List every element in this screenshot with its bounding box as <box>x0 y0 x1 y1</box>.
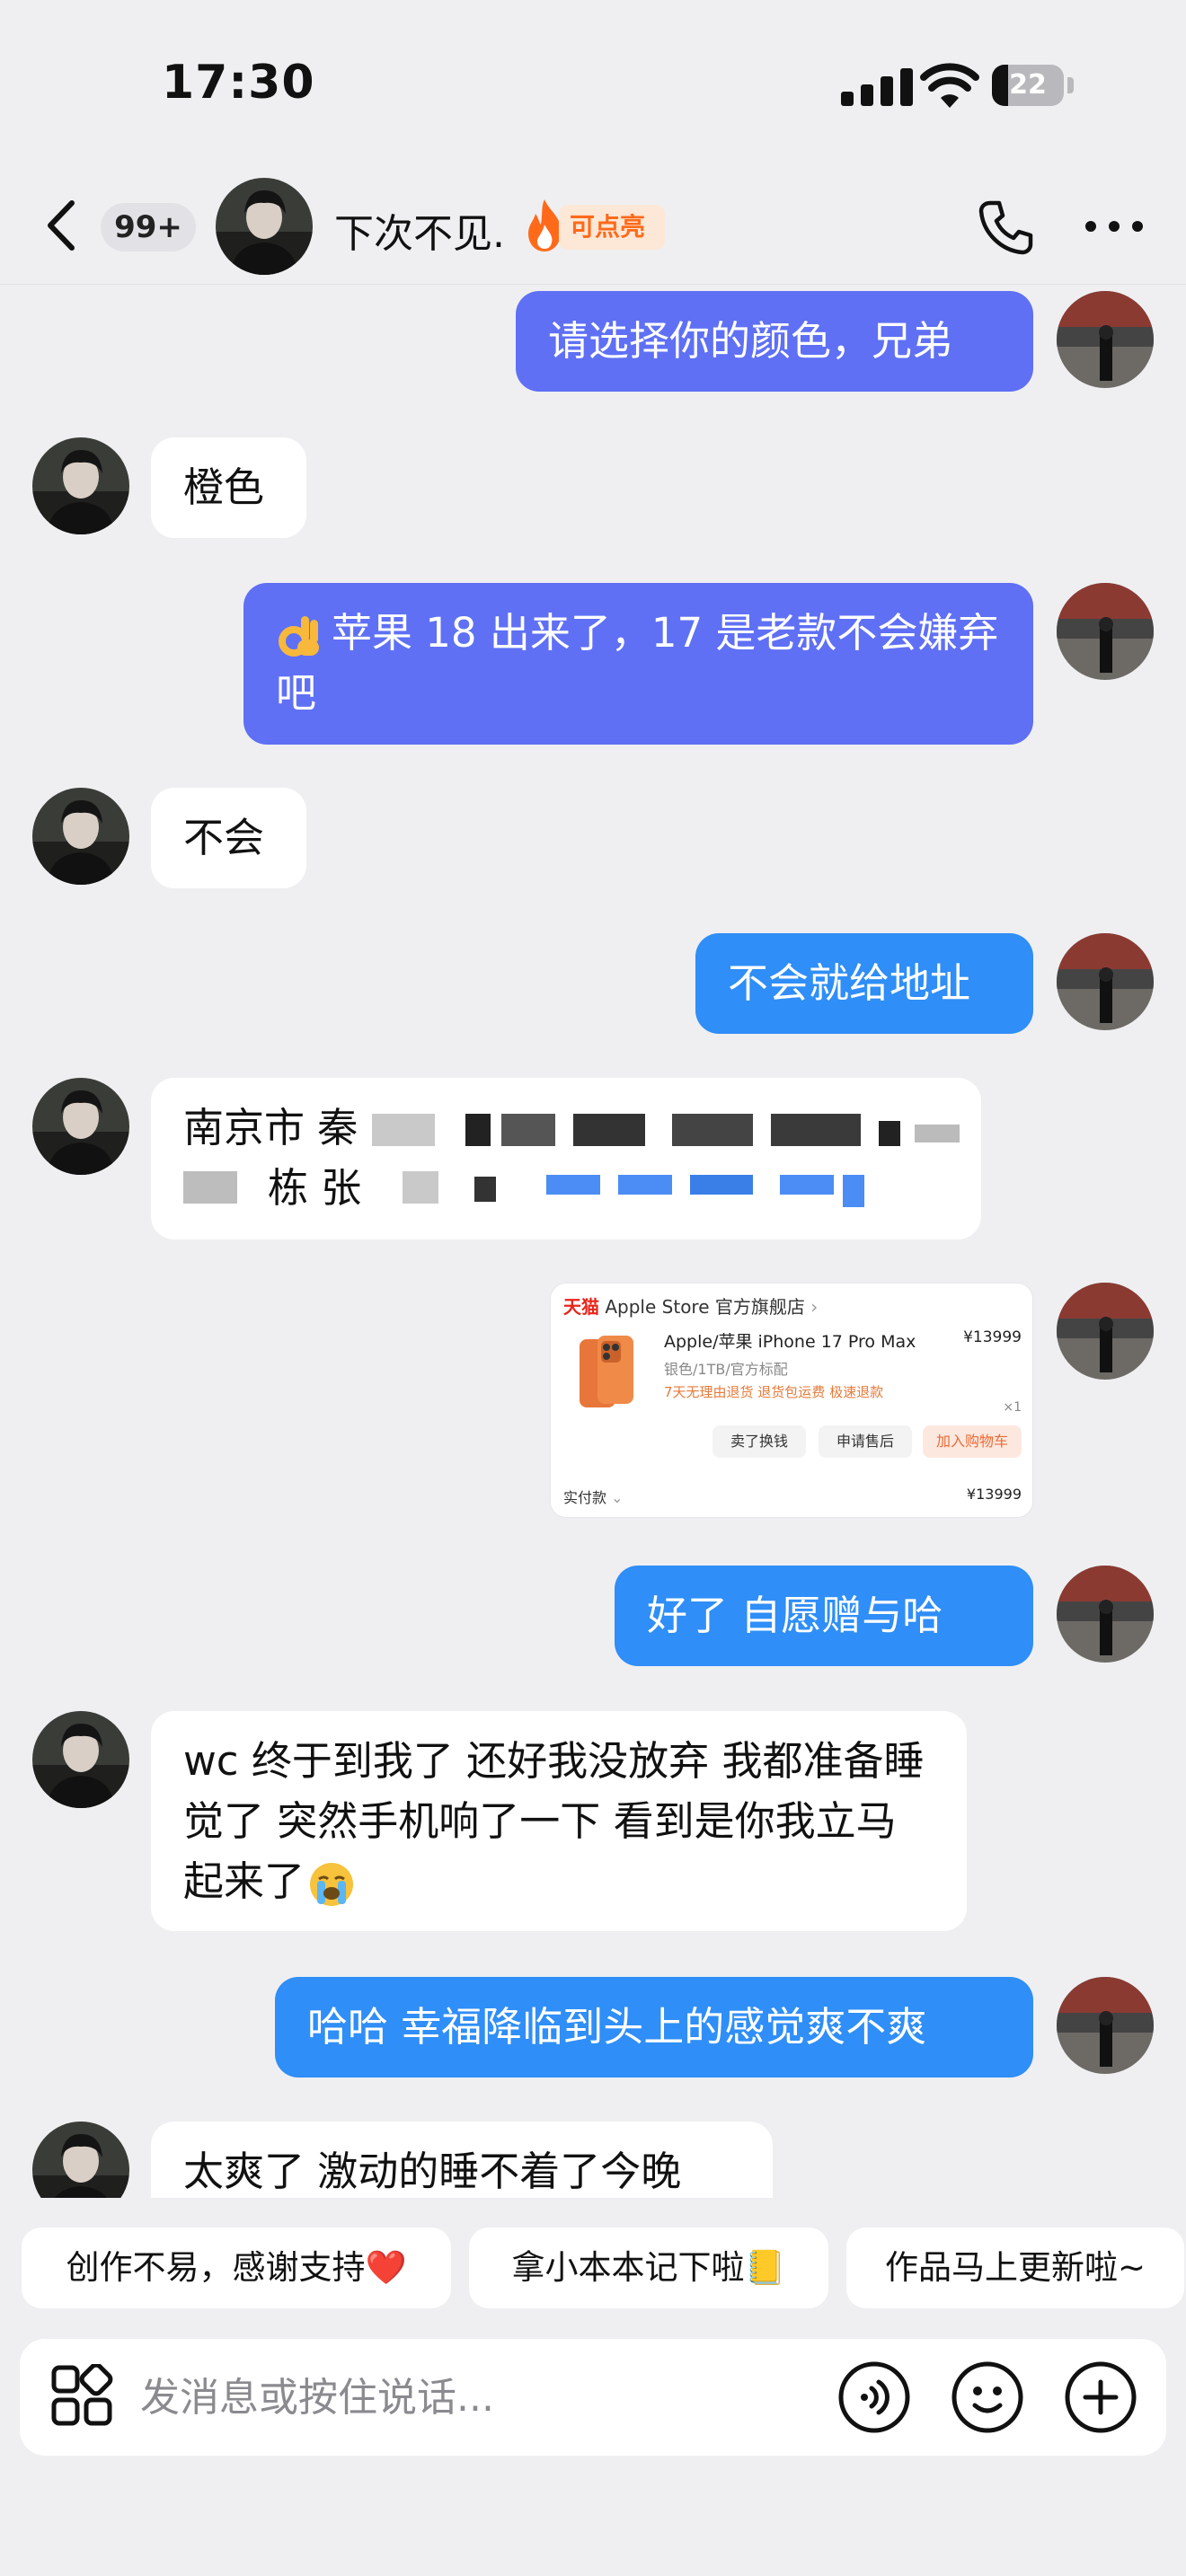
signal-icon <box>841 66 915 106</box>
contact-avatar[interactable] <box>216 178 313 275</box>
apps-icon[interactable] <box>50 2364 115 2429</box>
message-bubble-out[interactable]: 不会就给地址 <box>695 933 1033 1034</box>
product-card[interactable]: 天猫 Apple Store 官方旗舰店 › Apple/苹果 iPhone 1… <box>550 1283 1033 1518</box>
message-bubble-out[interactable]: 好了 自愿赠与哈 <box>615 1566 1033 1666</box>
message-bubble-out[interactable]: 苹果 18 出来了，17 是老款不会嫌弃吧 <box>243 583 1033 745</box>
product-title: Apple/苹果 iPhone 17 Pro Max <box>664 1332 916 1352</box>
message-list[interactable]: 请选择你的颜色，兄弟 橙色 苹果 18 出来了，17 是老款不会嫌弃吧 不会 不… <box>0 285 1186 2198</box>
aftersale-button[interactable]: 申请售后 <box>819 1425 912 1458</box>
paid-label-text: 实付款 <box>563 1489 607 1506</box>
contact-avatar[interactable] <box>32 1078 129 1175</box>
message-text: 苹果 18 出来了，17 是老款不会嫌弃吧 <box>276 609 999 717</box>
plus-icon[interactable] <box>1064 2360 1137 2434</box>
wifi-icon <box>920 63 979 108</box>
message-bubble-out[interactable]: 请选择你的颜色，兄弟 <box>516 291 1033 392</box>
my-avatar[interactable] <box>1057 1977 1154 2074</box>
paid-price: ¥13999 <box>966 1486 1022 1503</box>
store-name: Apple Store 官方旗舰店 <box>605 1296 805 1318</box>
contact-name[interactable]: 下次不见. <box>334 201 505 259</box>
more-icon[interactable] <box>1085 221 1145 234</box>
product-price: ¥13999 <box>963 1328 1022 1346</box>
resell-button[interactable]: 卖了换钱 <box>712 1425 806 1458</box>
battery-level: 22 <box>1009 69 1047 101</box>
message-bubble-in[interactable]: wc 终于到我了 还好我没放弃 我都准备睡觉了 突然手机响了一下 看到是你我立马… <box>151 1711 967 1931</box>
contact-avatar[interactable] <box>32 437 129 534</box>
product-spec: 银色/1TB/官方标配 <box>664 1361 788 1378</box>
emoji-icon[interactable] <box>951 2360 1024 2434</box>
voice-icon[interactable] <box>837 2360 911 2434</box>
chevron-down-icon: ⌄ <box>611 1489 624 1506</box>
product-quantity: ×1 <box>1003 1400 1022 1415</box>
my-avatar[interactable] <box>1057 933 1154 1030</box>
my-avatar[interactable] <box>1057 291 1154 388</box>
quick-reply-chip[interactable]: 作品马上更新啦~ <box>846 2228 1184 2308</box>
store-row[interactable]: 天猫 Apple Store 官方旗舰店 › <box>563 1292 818 1319</box>
message-bubble-in[interactable]: 不会 <box>151 788 306 888</box>
status-bar: 17:30 22 <box>0 0 1186 171</box>
message-bubble-in[interactable]: 橙色 <box>151 437 306 538</box>
quick-replies: 创作不易，感谢支持❤️ 拿小本本记下啦📒 作品马上更新啦~ <box>0 2199 1186 2308</box>
address-message-bubble[interactable]: 南京市 秦 栋 张 <box>151 1078 981 1239</box>
my-avatar[interactable] <box>1057 1283 1154 1380</box>
platform-name: 天猫 <box>563 1296 599 1318</box>
ok-hand-emoji <box>279 616 319 657</box>
my-avatar[interactable] <box>1057 583 1154 680</box>
quick-reply-chip[interactable]: 拿小本本记下啦📒 <box>469 2228 828 2308</box>
battery-icon: 22 <box>992 65 1075 106</box>
product-tags: 7天无理由退货 退货包运费 极速退款 <box>664 1384 884 1400</box>
product-image <box>580 1336 633 1407</box>
message-bubble-in[interactable]: 太爽了 激动的睡不着了今晚 <box>151 2122 773 2198</box>
status-time: 17:30 <box>162 56 315 110</box>
message-input[interactable] <box>140 2366 823 2429</box>
crying-face-emoji <box>310 1863 354 1906</box>
message-input-bar <box>20 2339 1166 2456</box>
unread-badge[interactable]: 99+ <box>101 203 196 251</box>
back-icon[interactable] <box>40 194 84 257</box>
paid-label: 实付款 ⌄ <box>563 1486 624 1507</box>
chat-header: 99+ 下次不见. 可点亮 <box>0 171 1186 285</box>
streak-chip[interactable]: 可点亮 <box>559 205 666 250</box>
address-line-1: 南京市 秦 <box>183 1104 358 1151</box>
message-text: wc 终于到我了 还好我没放弃 我都准备睡觉了 突然手机响了一下 看到是你我立马… <box>183 1737 925 1905</box>
contact-avatar[interactable] <box>32 788 129 885</box>
my-avatar[interactable] <box>1057 1566 1154 1663</box>
add-to-cart-button[interactable]: 加入购物车 <box>923 1425 1022 1458</box>
phone-icon[interactable] <box>976 198 1035 257</box>
contact-avatar[interactable] <box>32 1711 129 1808</box>
chevron-right-icon: › <box>810 1296 819 1318</box>
contact-avatar[interactable] <box>32 2122 129 2198</box>
message-bubble-out[interactable]: 哈哈 幸福降临到头上的感觉爽不爽 <box>275 1977 1033 2078</box>
quick-reply-chip[interactable]: 创作不易，感谢支持❤️ <box>22 2228 451 2308</box>
address-line-2: 栋 张 <box>268 1164 362 1212</box>
